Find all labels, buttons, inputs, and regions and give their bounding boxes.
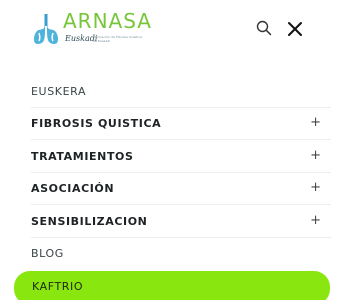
search-button[interactable] [255, 19, 273, 37]
menu-item-fibrosis-quistica[interactable]: FIBROSIS QUISTICA + [31, 108, 331, 140]
menu-item-tratamientos[interactable]: TRATAMIENTOS + [31, 141, 331, 173]
menu-item-label: ASOCIACIÓN [31, 182, 115, 195]
expand-plus-icon[interactable]: + [310, 181, 321, 195]
kaftrio-button-label: KAFTRIO [32, 280, 84, 293]
kaftrio-button[interactable]: KAFTRIO [14, 271, 330, 300]
close-menu-button[interactable] [285, 19, 305, 39]
menu-item-label: FIBROSIS QUISTICA [31, 117, 162, 130]
menu-item-sensibilizacion[interactable]: SENSIBILIZACION + [31, 206, 331, 238]
site-logo[interactable]: ARNASA Euskadi Asociación de Fibrosis Qu… [31, 9, 152, 50]
logo-title: ARNASA [63, 9, 152, 33]
header: ARNASA Euskadi Asociación de Fibrosis Qu… [0, 0, 344, 58]
menu-divider [31, 139, 331, 140]
logo-tagline: Asociación de Fibrosis Quística de Euska… [93, 35, 143, 43]
menu-item-label: SENSIBILIZACION [31, 215, 148, 228]
menu-item-label: EUSKERA [31, 85, 87, 98]
menu-item-blog[interactable]: BLOG [31, 238, 331, 270]
menu-divider [31, 204, 331, 205]
mobile-menu-page: ARNASA Euskadi Asociación de Fibrosis Qu… [0, 0, 344, 300]
search-icon [256, 20, 272, 36]
menu-item-label: TRATAMIENTOS [31, 150, 134, 163]
menu-item-label: BLOG [31, 247, 64, 260]
expand-plus-icon[interactable]: + [310, 149, 321, 163]
menu-item-asociacion[interactable]: ASOCIACIÓN + [31, 173, 331, 205]
lungs-logo-icon [33, 14, 59, 44]
expand-plus-icon[interactable]: + [310, 116, 321, 130]
expand-plus-icon[interactable]: + [310, 214, 321, 228]
close-icon [288, 22, 302, 36]
menu-item-euskera[interactable]: EUSKERA [31, 76, 331, 108]
